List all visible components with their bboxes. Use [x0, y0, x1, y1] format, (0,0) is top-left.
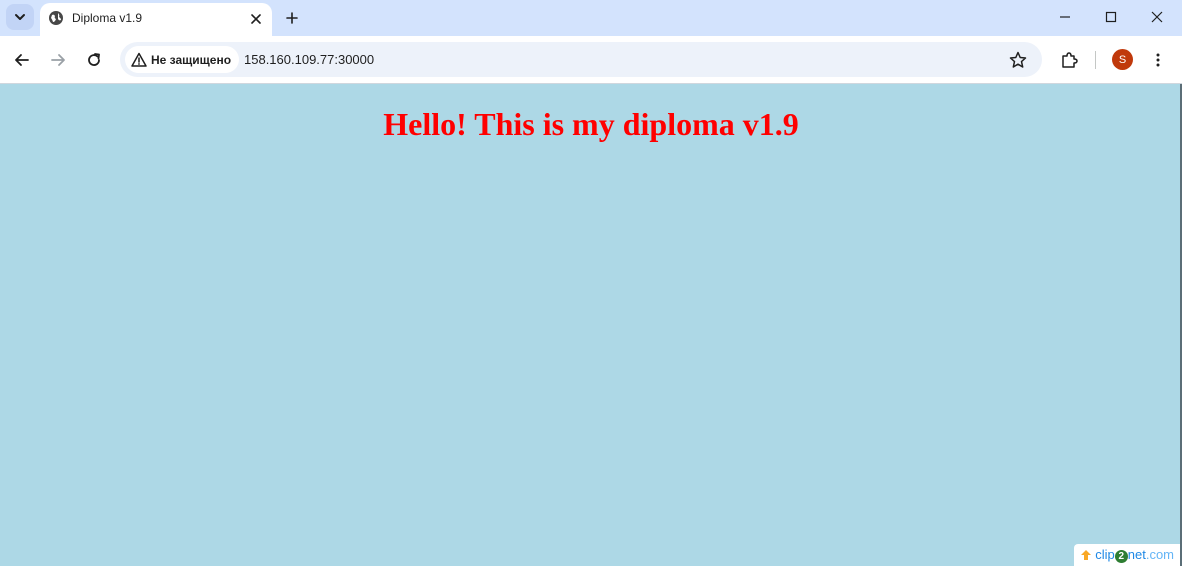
close-icon [251, 14, 261, 24]
page-heading: Hello! This is my diploma v1.9 [383, 106, 799, 142]
puzzle-icon [1062, 52, 1078, 68]
minimize-icon [1060, 16, 1070, 18]
warning-icon [131, 52, 147, 67]
security-chip[interactable]: Не защищено [125, 46, 240, 73]
back-button[interactable] [8, 46, 36, 74]
reload-button[interactable] [80, 46, 108, 74]
clip2net-watermark: clip 2 net.com [1074, 544, 1180, 566]
star-icon [1009, 51, 1027, 68]
forward-button[interactable] [44, 46, 72, 74]
address-bar[interactable]: Не защищено 158.160.109.77:30000 [120, 42, 1042, 77]
tab-search-button[interactable] [6, 4, 34, 30]
maximize-icon [1105, 11, 1117, 23]
plus-icon [286, 12, 298, 24]
window-close-button[interactable] [1134, 0, 1180, 34]
tab-strip: Diploma v1.9 [0, 0, 1182, 36]
url-text: 158.160.109.77:30000 [244, 52, 375, 67]
minimize-button[interactable] [1042, 0, 1088, 34]
tab-title: Diploma v1.9 [72, 11, 143, 25]
bookmark-button[interactable] [1004, 46, 1032, 74]
watermark-text: clip 2 net.com [1095, 547, 1174, 563]
arrow-left-icon [15, 54, 29, 66]
toolbar-divider [1095, 51, 1096, 69]
menu-button[interactable] [1144, 46, 1172, 74]
new-tab-button[interactable] [280, 6, 304, 30]
arrow-right-icon [51, 54, 65, 66]
upload-arrow-icon [1081, 550, 1092, 560]
browser-window: Diploma v1.9 Не защищено 158.160.109.77:… [0, 0, 1182, 566]
globe-icon [49, 11, 63, 25]
tab-active[interactable]: Diploma v1.9 [40, 3, 272, 36]
chevron-down-icon [15, 14, 25, 20]
toolbar: Не защищено 158.160.109.77:30000 S [0, 36, 1182, 84]
reload-icon [88, 53, 100, 66]
extensions-button[interactable] [1055, 46, 1083, 74]
profile-avatar[interactable]: S [1112, 49, 1133, 70]
maximize-button[interactable] [1088, 0, 1134, 34]
security-label: Не защищено [151, 52, 232, 67]
close-icon [1151, 11, 1163, 23]
kebab-menu-icon [1156, 53, 1160, 67]
page-content: Hello! This is my diploma v1.9 [0, 84, 1182, 566]
tab-close-button[interactable] [246, 9, 266, 29]
